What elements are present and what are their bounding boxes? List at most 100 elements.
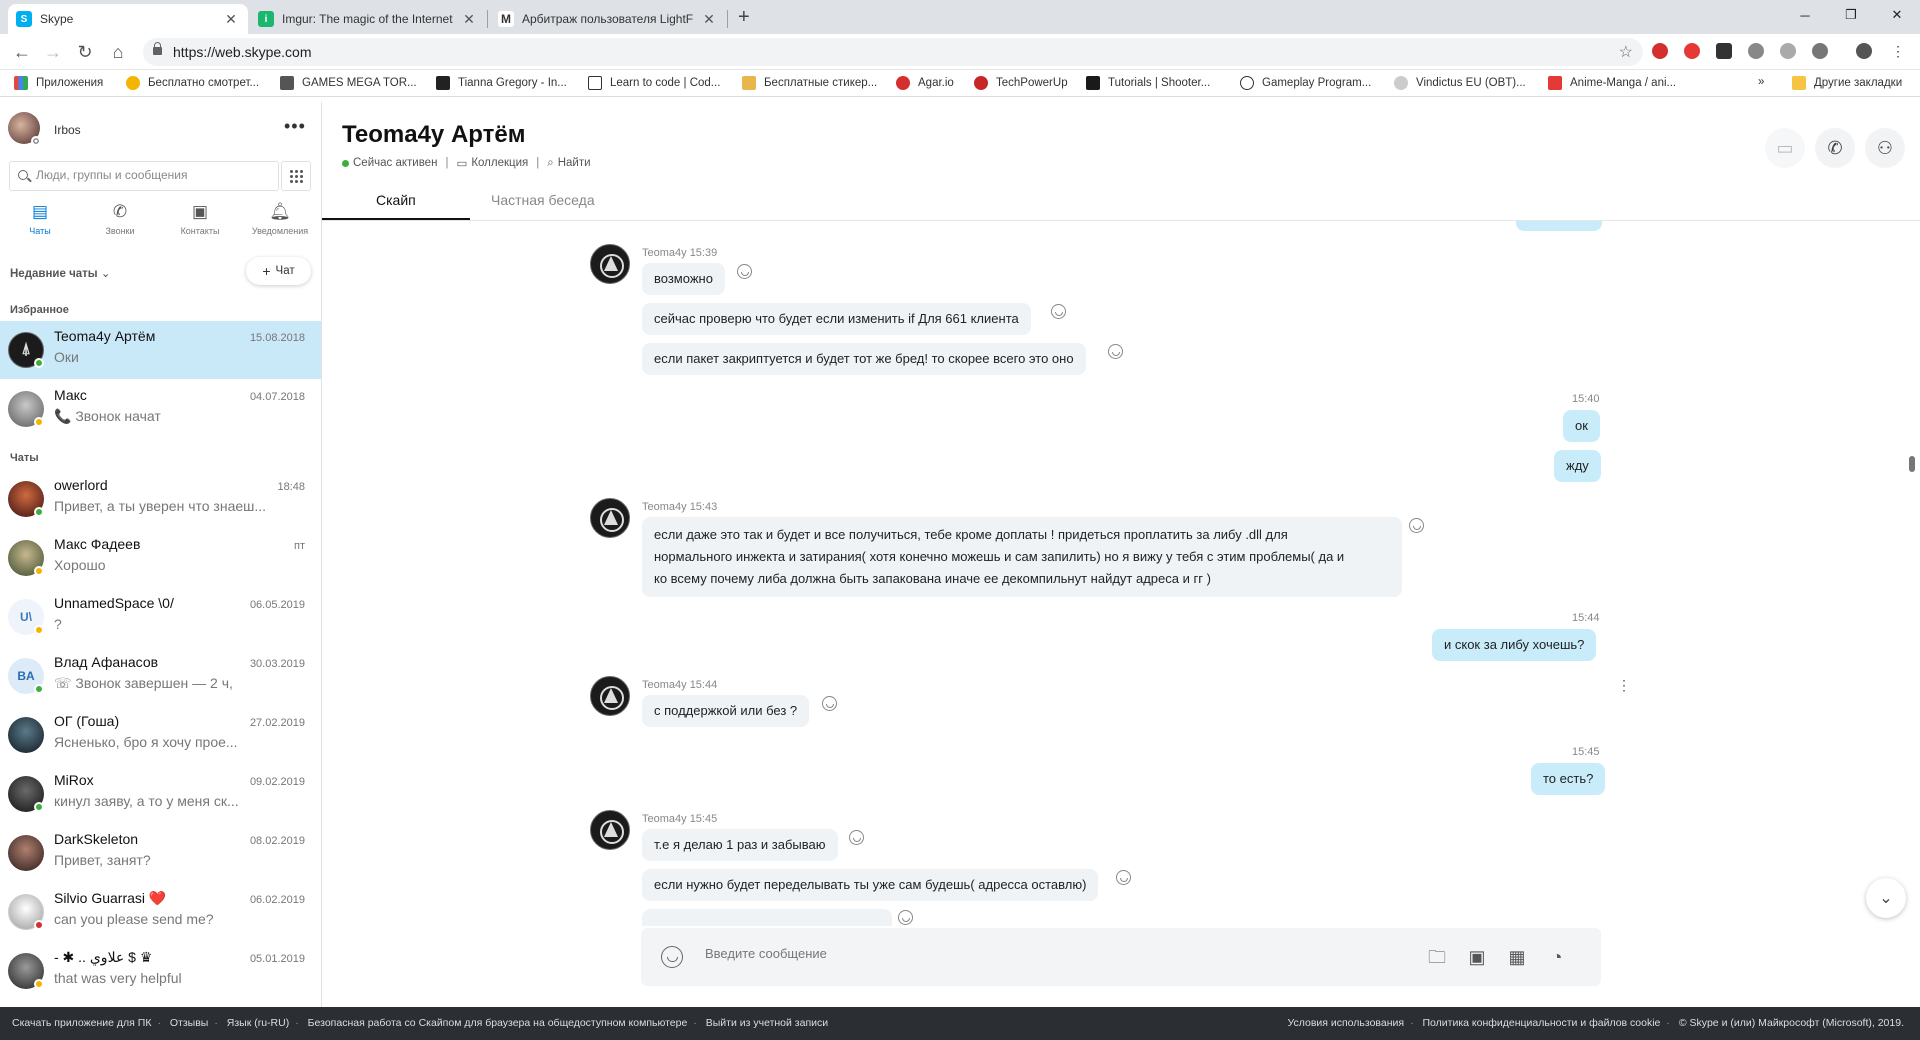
forward-icon[interactable]: → xyxy=(41,42,65,62)
sender-avatar[interactable] xyxy=(590,244,630,284)
back-icon[interactable]: ← xyxy=(10,42,34,62)
bookmark-item[interactable]: GAMES MEGA TOR... xyxy=(280,76,417,90)
bookmark-item[interactable]: Gameplay Program... xyxy=(1240,76,1371,90)
chat-list-item[interactable]: ⍋ Teoma4y Артём Оки 15.08.2018 xyxy=(0,321,321,379)
download-app-link[interactable]: Скачать приложение для ПК xyxy=(12,1017,151,1029)
sender-avatar[interactable] xyxy=(590,676,630,716)
adblock-icon[interactable] xyxy=(1684,43,1700,59)
omnibox[interactable]: https://web.skype.com ☆ xyxy=(143,38,1643,66)
chat-list-item[interactable]: owerlord Привет, а ты уверен что знаеш..… xyxy=(0,470,321,528)
message-bubble[interactable]: если даже это так и будет и все получить… xyxy=(642,517,1402,597)
bookmark-item[interactable]: TechPowerUp xyxy=(974,76,1068,90)
bookmark-item[interactable]: Tianna Gregory - In... xyxy=(436,76,567,90)
close-tab-icon[interactable]: ✕ xyxy=(462,11,476,28)
tab-skype[interactable]: Скайп xyxy=(376,192,416,208)
message-input[interactable] xyxy=(705,946,1305,961)
message-bubble[interactable]: с поддержкой или без ? xyxy=(642,695,810,727)
close-tab-icon[interactable]: ✕ xyxy=(702,11,716,28)
chat-list-item[interactable]: - ✱ .. علاوي $ ♛ that was very helpful 0… xyxy=(0,942,321,1000)
public-computer-link[interactable]: Безопасная работа со Скайпом для браузер… xyxy=(308,1017,688,1029)
bookmark-item[interactable]: Tutorials | Shooter... xyxy=(1086,76,1210,90)
message-bubble[interactable]: если нужно будет переделывать ты уже сам… xyxy=(642,869,1099,901)
browser-tab-imgur[interactable]: i Imgur: The magic of the Internet ✕ xyxy=(250,4,486,34)
add-reaction-icon[interactable] xyxy=(898,910,913,925)
nav-tab-notifications[interactable]: 🔔︎ Уведомления xyxy=(240,202,320,236)
bookmark-item[interactable]: Learn to code | Cod... xyxy=(588,76,720,90)
sender-avatar[interactable] xyxy=(590,498,630,538)
minimize-icon[interactable]: ─ xyxy=(1782,0,1828,30)
find-link[interactable]: Найти xyxy=(558,157,591,169)
terms-link[interactable]: Условия использования xyxy=(1288,1017,1405,1029)
schedule-call-icon[interactable]: ▦ xyxy=(1505,945,1529,969)
other-bookmarks[interactable]: Другие закладки xyxy=(1792,76,1902,90)
extension-red-icon[interactable] xyxy=(1652,43,1668,59)
bookmark-item[interactable]: Бесплатно смотрет... xyxy=(126,76,259,90)
menu-kebab-icon[interactable]: ⋮ xyxy=(1890,43,1906,59)
profile-icon[interactable] xyxy=(1856,43,1872,59)
send-file-icon[interactable]: 🗀 xyxy=(1425,945,1449,969)
maximize-icon[interactable]: ❐ xyxy=(1828,0,1874,30)
extension-gray-icon[interactable] xyxy=(1748,43,1764,59)
add-people-button[interactable]: ⚇ xyxy=(1865,128,1905,168)
conversation-title[interactable]: Teoma4y Артём xyxy=(342,121,525,149)
extension-dark-icon[interactable] xyxy=(1716,43,1732,59)
add-reaction-icon[interactable] xyxy=(1116,870,1131,885)
add-reaction-icon[interactable] xyxy=(822,696,837,711)
bookmark-item[interactable]: Vindictus EU (OBT)... xyxy=(1394,76,1526,90)
message-bubble[interactable]: если пакет закриптуется и будет тот же б… xyxy=(642,343,1086,375)
add-reaction-icon[interactable] xyxy=(737,264,752,279)
message-options-icon[interactable]: ⋮ xyxy=(1617,678,1631,692)
globe-icon[interactable] xyxy=(1780,43,1796,59)
chat-list-item[interactable]: U\ UnnamedSpace \0/ ? 06.05.2019 xyxy=(0,588,321,646)
collection-link[interactable]: Коллекция xyxy=(471,157,528,169)
my-username[interactable]: Irbos xyxy=(54,123,81,137)
bookmark-item[interactable]: Anime-Manga / ani... xyxy=(1548,76,1676,90)
new-chat-button[interactable]: + Чат xyxy=(246,257,311,285)
add-reaction-icon[interactable] xyxy=(849,830,864,845)
video-call-button[interactable]: ▭ xyxy=(1765,128,1805,168)
message-bubble-outgoing[interactable]: то есть? xyxy=(1531,763,1606,795)
nav-tab-chats[interactable]: ▤ Чаты xyxy=(0,202,80,236)
poll-icon[interactable]: ◔ xyxy=(1545,945,1569,969)
recent-chats-dropdown[interactable]: Недавние чаты ⌄ xyxy=(10,266,110,280)
more-options-icon[interactable]: ••• xyxy=(284,116,306,137)
nav-tab-contacts[interactable]: ▣ Контакты xyxy=(160,202,240,236)
close-tab-icon[interactable]: ✕ xyxy=(224,11,238,28)
audio-call-button[interactable]: ✆ xyxy=(1815,128,1855,168)
emoji-icon[interactable] xyxy=(661,946,683,968)
chat-list-item[interactable]: BA Влад Афанасов ☏ Звонок завершен — 2 ч… xyxy=(0,647,321,705)
message-bubble[interactable]: возможно xyxy=(642,263,725,295)
dialpad-icon[interactable] xyxy=(281,161,311,191)
chat-list-item[interactable]: ОГ (Гоша) Ясненько, бро я хочу прое... 2… xyxy=(0,706,321,764)
privacy-link[interactable]: Политика конфиденциальности и файлов coo… xyxy=(1423,1017,1661,1029)
chat-list-item[interactable]: MiRox кинул заяву, а то у меня ск... 09.… xyxy=(0,765,321,823)
search-box[interactable] xyxy=(9,161,279,191)
add-reaction-icon[interactable] xyxy=(1409,518,1424,533)
bookmark-item[interactable]: Бесплатные стикер... xyxy=(742,76,877,90)
reload-icon[interactable]: ↻ xyxy=(73,42,97,62)
language-link[interactable]: Язык (ru-RU) xyxy=(227,1017,289,1029)
feedback-link[interactable]: Отзывы xyxy=(170,1017,208,1029)
sign-out-link[interactable]: Выйти из учетной записи xyxy=(706,1017,828,1029)
message-bubble-outgoing[interactable]: жду xyxy=(1554,450,1601,482)
bookmark-apps[interactable]: Приложения xyxy=(14,76,103,90)
bookmark-star-icon[interactable]: ☆ xyxy=(1619,42,1633,62)
chat-list-item[interactable]: Silvio Guarrasi ❤️ can you please send m… xyxy=(0,883,321,941)
message-bubble-outgoing[interactable]: и скок за либу хочешь? xyxy=(1432,629,1597,661)
bookmarks-more-icon[interactable]: » xyxy=(1758,76,1764,88)
browser-tab-skype[interactable]: S Skype ✕ xyxy=(8,4,248,34)
message-list[interactable]: Teoma4y 15:39 возможно сейчас проверю чт… xyxy=(322,221,1920,926)
browser-tab-arbitrage[interactable]: M Арбитраж пользователя LightF ✕ xyxy=(490,4,726,34)
chat-list-item[interactable]: DarkSkeleton Привет, занят? 08.02.2019 xyxy=(0,824,321,882)
message-bubble-outgoing[interactable]: ок xyxy=(1563,410,1600,442)
scrollbar-thumb[interactable] xyxy=(1909,456,1915,472)
tab-private-conversation[interactable]: Частная беседа xyxy=(491,192,595,208)
message-bubble[interactable]: т.е я делаю 1 раз и забываю xyxy=(642,829,838,861)
scroll-to-bottom-button[interactable]: ⌄ xyxy=(1866,878,1906,918)
close-window-icon[interactable]: ✕ xyxy=(1874,0,1920,30)
add-reaction-icon[interactable] xyxy=(1108,344,1123,359)
home-icon[interactable]: ⌂ xyxy=(106,42,130,62)
search-input[interactable] xyxy=(36,168,276,182)
nav-tab-calls[interactable]: ✆ Звонки xyxy=(80,202,160,236)
sender-avatar[interactable] xyxy=(590,810,630,850)
